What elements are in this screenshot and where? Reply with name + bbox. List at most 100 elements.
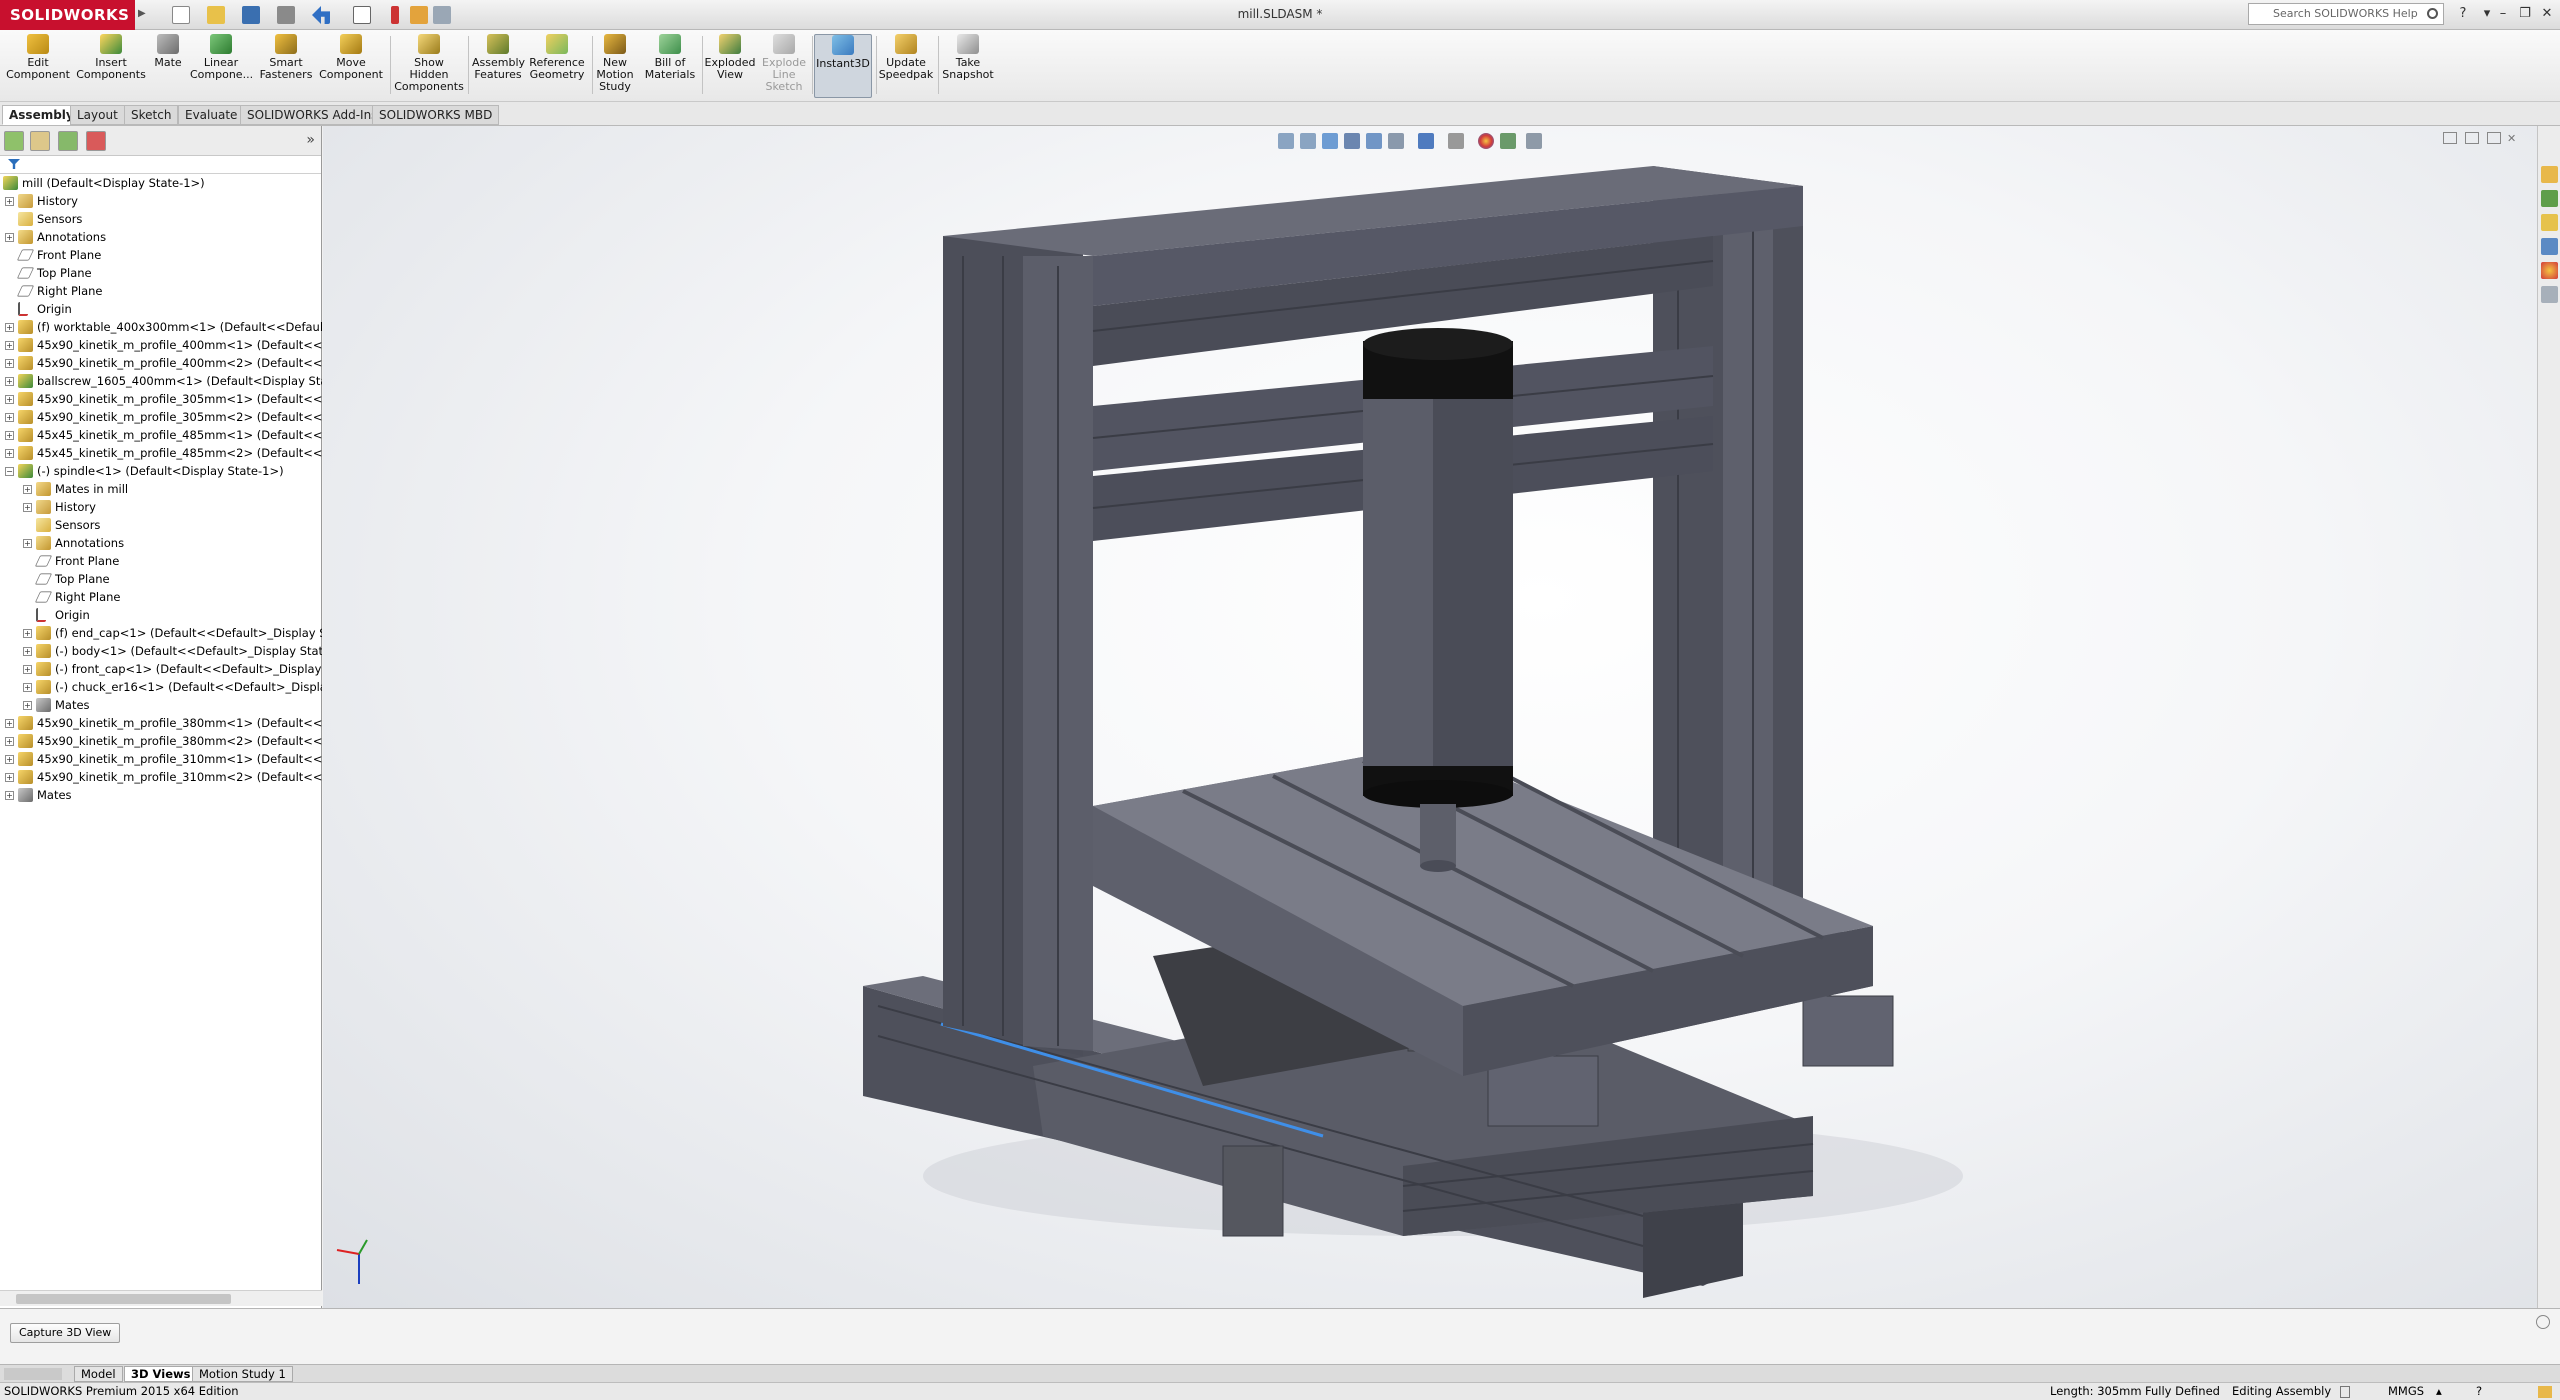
expand-icon[interactable]: +: [23, 647, 32, 656]
tree-horizontal-scrollbar[interactable]: [0, 1290, 322, 1306]
tree-row[interactable]: + (f) end_cap<1> (Default<<Default>_Displ…: [0, 624, 322, 642]
tree-row[interactable]: +45x90_kinetik_m_profile_400mm<1> (Defau…: [0, 336, 322, 354]
scrollbar-thumb[interactable]: [16, 1294, 231, 1304]
tree-row[interactable]: +45x90_kinetik_m_profile_305mm<2> (Defau…: [0, 408, 322, 426]
take-snapshot-button[interactable]: Take Snapshot: [940, 34, 996, 98]
tab-model[interactable]: Model: [74, 1366, 123, 1382]
configuration-manager-tab-icon[interactable]: [58, 131, 78, 151]
bill-of-materials-button[interactable]: Bill of Materials: [642, 34, 698, 98]
tab-solidworks-add-ins[interactable]: SOLIDWORKS Add-Ins: [240, 105, 385, 125]
tree-row[interactable]: + (-) chuck_er16<1> (Default<<Default>_Di…: [0, 678, 322, 696]
tab-layout[interactable]: Layout: [70, 105, 125, 125]
design-library-icon[interactable]: [2541, 190, 2558, 207]
rebuild-status-icon[interactable]: [2340, 1386, 2350, 1398]
expand-icon[interactable]: +: [5, 791, 14, 800]
tree-row[interactable]: Sensors: [0, 516, 322, 534]
close-button[interactable]: ✕: [2536, 4, 2558, 24]
tree-row[interactable]: Top Plane: [0, 264, 322, 282]
tree-row[interactable]: +45x90_kinetik_m_profile_380mm<2> (Defau…: [0, 732, 322, 750]
tree-row[interactable]: +45x90_kinetik_m_profile_305mm<1> (Defau…: [0, 390, 322, 408]
minimize-button[interactable]: –: [2492, 4, 2514, 24]
custom-properties-icon[interactable]: [2541, 286, 2558, 303]
expand-icon[interactable]: +: [5, 395, 14, 404]
property-manager-tab-icon[interactable]: [30, 131, 50, 151]
expand-icon[interactable]: +: [5, 377, 14, 386]
expand-icon[interactable]: +: [5, 449, 14, 458]
view-palette-icon[interactable]: [2541, 238, 2558, 255]
tree-row[interactable]: Right Plane: [0, 282, 322, 300]
display-manager-tab-icon[interactable]: [86, 131, 106, 151]
tree-row[interactable]: + Mates: [0, 696, 322, 714]
file-explorer-icon[interactable]: [2541, 214, 2558, 231]
tab-assembly[interactable]: Assembly: [2, 105, 81, 125]
tree-row[interactable]: + History: [0, 498, 322, 516]
mate-button[interactable]: Mate: [150, 34, 186, 98]
instant3d-button[interactable]: Instant3D: [814, 34, 872, 98]
expand-icon[interactable]: +: [5, 197, 14, 206]
graphics-area[interactable]: ✕: [323, 126, 2537, 1308]
chevron-up-icon[interactable]: ▴: [2436, 1383, 2442, 1400]
panel-pin-icon[interactable]: [2536, 1315, 2550, 1329]
maximize-button[interactable]: ❐: [2514, 4, 2536, 24]
tab-motion-study-1[interactable]: Motion Study 1: [192, 1366, 293, 1382]
linear-component-pattern-button[interactable]: Linear Compone...: [190, 34, 253, 98]
tree-row[interactable]: − (-) spindle<1> (Default<Display State-1…: [0, 462, 322, 480]
tree-row[interactable]: Origin: [0, 606, 322, 624]
tree-row[interactable]: Right Plane: [0, 588, 322, 606]
feature-manager-tab-icon[interactable]: [4, 131, 24, 151]
smart-fasteners-button[interactable]: Smart Fasteners: [258, 34, 314, 98]
tree-row[interactable]: Top Plane: [0, 570, 322, 588]
assembly-features-button[interactable]: Assembly Features: [472, 34, 525, 98]
tree-row[interactable]: +45x45_kinetik_m_profile_485mm<1> (Defau…: [0, 426, 322, 444]
exploded-view-button[interactable]: Exploded View: [704, 34, 756, 98]
expand-icon[interactable]: +: [23, 503, 32, 512]
expand-icon[interactable]: +: [5, 323, 14, 332]
expand-icon[interactable]: +: [23, 701, 32, 710]
unit-system[interactable]: MMGS: [2388, 1383, 2424, 1400]
tree-row[interactable]: +45x90_kinetik_m_profile_310mm<2> (Defau…: [0, 768, 322, 786]
tree-row[interactable]: Front Plane: [0, 552, 322, 570]
expand-icon[interactable]: +: [5, 773, 14, 782]
quick-tips-icon[interactable]: ?: [2476, 1383, 2482, 1400]
expand-icon[interactable]: +: [5, 233, 14, 242]
tree-row[interactable]: + Annotations: [0, 228, 322, 246]
search-input[interactable]: Search SOLIDWORKS Help: [2248, 3, 2444, 25]
expand-icon[interactable]: +: [23, 665, 32, 674]
expand-icon[interactable]: +: [23, 539, 32, 548]
tab-sketch[interactable]: Sketch: [124, 105, 179, 125]
tree-row[interactable]: +45x90_kinetik_m_profile_380mm<1> (Defau…: [0, 714, 322, 732]
tree-row[interactable]: + (-) front_cap<1> (Default<<Default>_Dis…: [0, 660, 322, 678]
tree-row[interactable]: Front Plane: [0, 246, 322, 264]
tree-row[interactable]: + (f) worktable_400x300mm<1> (Default<<De…: [0, 318, 322, 336]
collaboration-icon[interactable]: [2538, 1386, 2552, 1398]
tree-row[interactable]: mill (Default<Display State-1>): [0, 174, 322, 192]
expand-icon[interactable]: +: [5, 413, 14, 422]
expand-icon[interactable]: +: [5, 431, 14, 440]
expand-icon[interactable]: +: [5, 359, 14, 368]
tab-evaluate[interactable]: Evaluate: [178, 105, 245, 125]
expand-icon[interactable]: +: [5, 737, 14, 746]
move-component-button[interactable]: Move Component: [318, 34, 384, 98]
expand-icon[interactable]: +: [5, 719, 14, 728]
collapse-icon[interactable]: −: [5, 467, 14, 476]
capture-3d-view-button[interactable]: Capture 3D View: [10, 1323, 121, 1343]
search-icon[interactable]: [2427, 8, 2438, 19]
update-speedpak-button[interactable]: Update Speedpak: [878, 34, 934, 98]
tree-row[interactable]: Sensors: [0, 210, 322, 228]
tree-row[interactable]: + Annotations: [0, 534, 322, 552]
insert-components-button[interactable]: Insert Components: [76, 34, 146, 98]
tab-scroll-arrows[interactable]: [4, 1368, 62, 1380]
show-hidden-components-button[interactable]: Show Hidden Components: [394, 34, 464, 98]
tree-row[interactable]: + History: [0, 192, 322, 210]
tree-row[interactable]: + ballscrew_1605_400mm<1> (Default<Displa…: [0, 372, 322, 390]
tab-solidworks-mbd[interactable]: SOLIDWORKS MBD: [372, 105, 500, 125]
expand-icon[interactable]: +: [23, 683, 32, 692]
tree-row[interactable]: Origin: [0, 300, 322, 318]
tree-row[interactable]: + (-) body<1> (Default<<Default>_Display …: [0, 642, 322, 660]
reference-geometry-button[interactable]: Reference Geometry: [528, 34, 586, 98]
explode-line-sketch-button[interactable]: Explode Line Sketch: [758, 34, 810, 98]
tree-row[interactable]: + Mates: [0, 786, 322, 804]
solidworks-resources-icon[interactable]: [2541, 166, 2558, 183]
tree-row[interactable]: +45x90_kinetik_m_profile_310mm<1> (Defau…: [0, 750, 322, 768]
expand-icon[interactable]: +: [5, 755, 14, 764]
